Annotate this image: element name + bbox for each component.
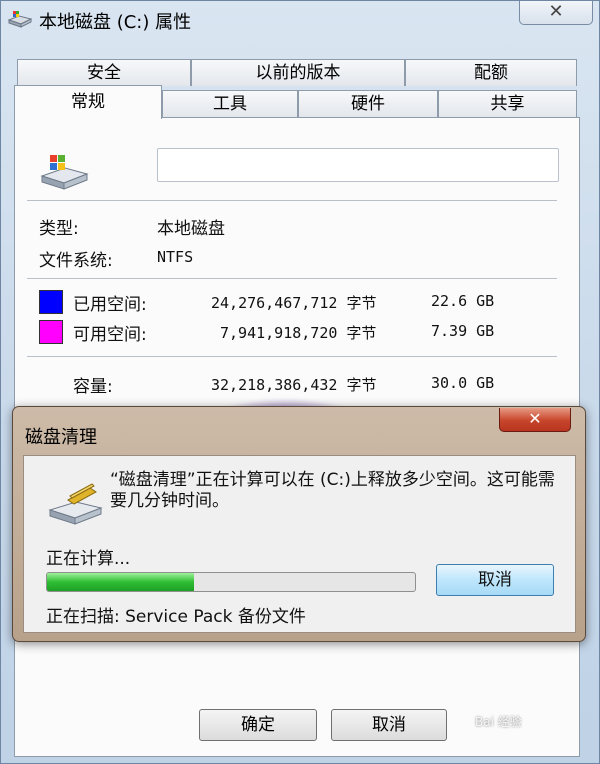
used-space-label: 已用空间: [73,295,147,315]
used-space-size: 22.6 GB [431,292,495,310]
type-label: 类型: [39,219,79,239]
tab-label: 配额 [474,63,508,83]
separator [27,278,557,279]
ok-button[interactable]: 确定 [199,709,317,741]
disk-cleanup-icon [48,483,103,525]
used-space-swatch [39,290,63,314]
capacity-size: 30.0 GB [431,374,495,392]
tab-tools[interactable]: 工具 [162,90,298,117]
tab-label: 安全 [87,63,121,83]
separator [27,356,557,357]
window-close-button[interactable]: ✕ [519,1,593,25]
separator [27,200,557,201]
window-title: 本地磁盘 (C:) 属性 [39,12,192,33]
dialog-title: 磁盘清理 [25,427,97,448]
volume-label-input[interactable] [157,148,559,182]
close-icon: ✕ [548,1,564,22]
free-space-bytes: 7,941,918,720 字节 [220,324,377,342]
status-text: 正在计算... [46,549,131,569]
tab-label: 常规 [71,92,105,112]
type-value: 本地磁盘 [157,219,225,239]
drive-icon [7,11,33,28]
dialog-message: “磁盘清理”正在计算可以在 (C:)上释放多少空间。这可能需要几分钟时间。 [110,470,555,511]
file-system-label: 文件系统: [39,251,113,271]
watermark: Bai 经验 [475,715,522,729]
dialog-cancel-button[interactable]: 取消 [436,564,554,596]
progress-bar [46,572,416,592]
cancel-button[interactable]: 取消 [331,709,447,741]
tab-general[interactable]: 常规 [14,85,162,119]
scanning-text: 正在扫描: Service Pack 备份文件 [46,607,306,627]
tab-quota[interactable]: 配额 [405,59,577,86]
free-space-swatch [39,320,63,344]
tab-label: 共享 [490,94,525,114]
tab-hardware[interactable]: 硬件 [298,90,438,117]
free-space-size: 7.39 GB [431,322,495,340]
tab-security[interactable]: 安全 [17,59,191,86]
progress-fill [47,573,195,591]
disk-cleanup-dialog: 磁盘清理 ✕ “磁盘清理”正在计算可以在 (C:)上释放多少空间。这可能需要几分… [12,406,586,642]
tab-label: 工具 [213,94,247,114]
capacity-bytes: 32,218,386,432 字节 [211,376,377,394]
close-icon: ✕ [528,409,542,428]
tab-sharing[interactable]: 共享 [438,90,577,117]
hard-drive-icon [40,155,89,190]
tab-previous-versions[interactable]: 以前的版本 [191,59,405,86]
dialog-close-button[interactable]: ✕ [499,408,571,432]
free-space-label: 可用空间: [73,325,147,345]
used-space-bytes: 24,276,467,712 字节 [211,294,377,312]
capacity-label: 容量: [73,377,113,397]
tab-label: 以前的版本 [255,63,341,83]
properties-window: 本地磁盘 (C:) 属性 ✕ 安全 以前的版本 配额 常规 工具 硬件 共享 类… [0,0,600,764]
dialog-body: “磁盘清理”正在计算可以在 (C:)上释放多少空间。这可能需要几分钟时间。 正在… [23,455,576,633]
file-system-value: NTFS [157,248,194,266]
tab-label: 硬件 [351,94,385,114]
title-bar: 本地磁盘 (C:) 属性 ✕ [1,1,600,41]
